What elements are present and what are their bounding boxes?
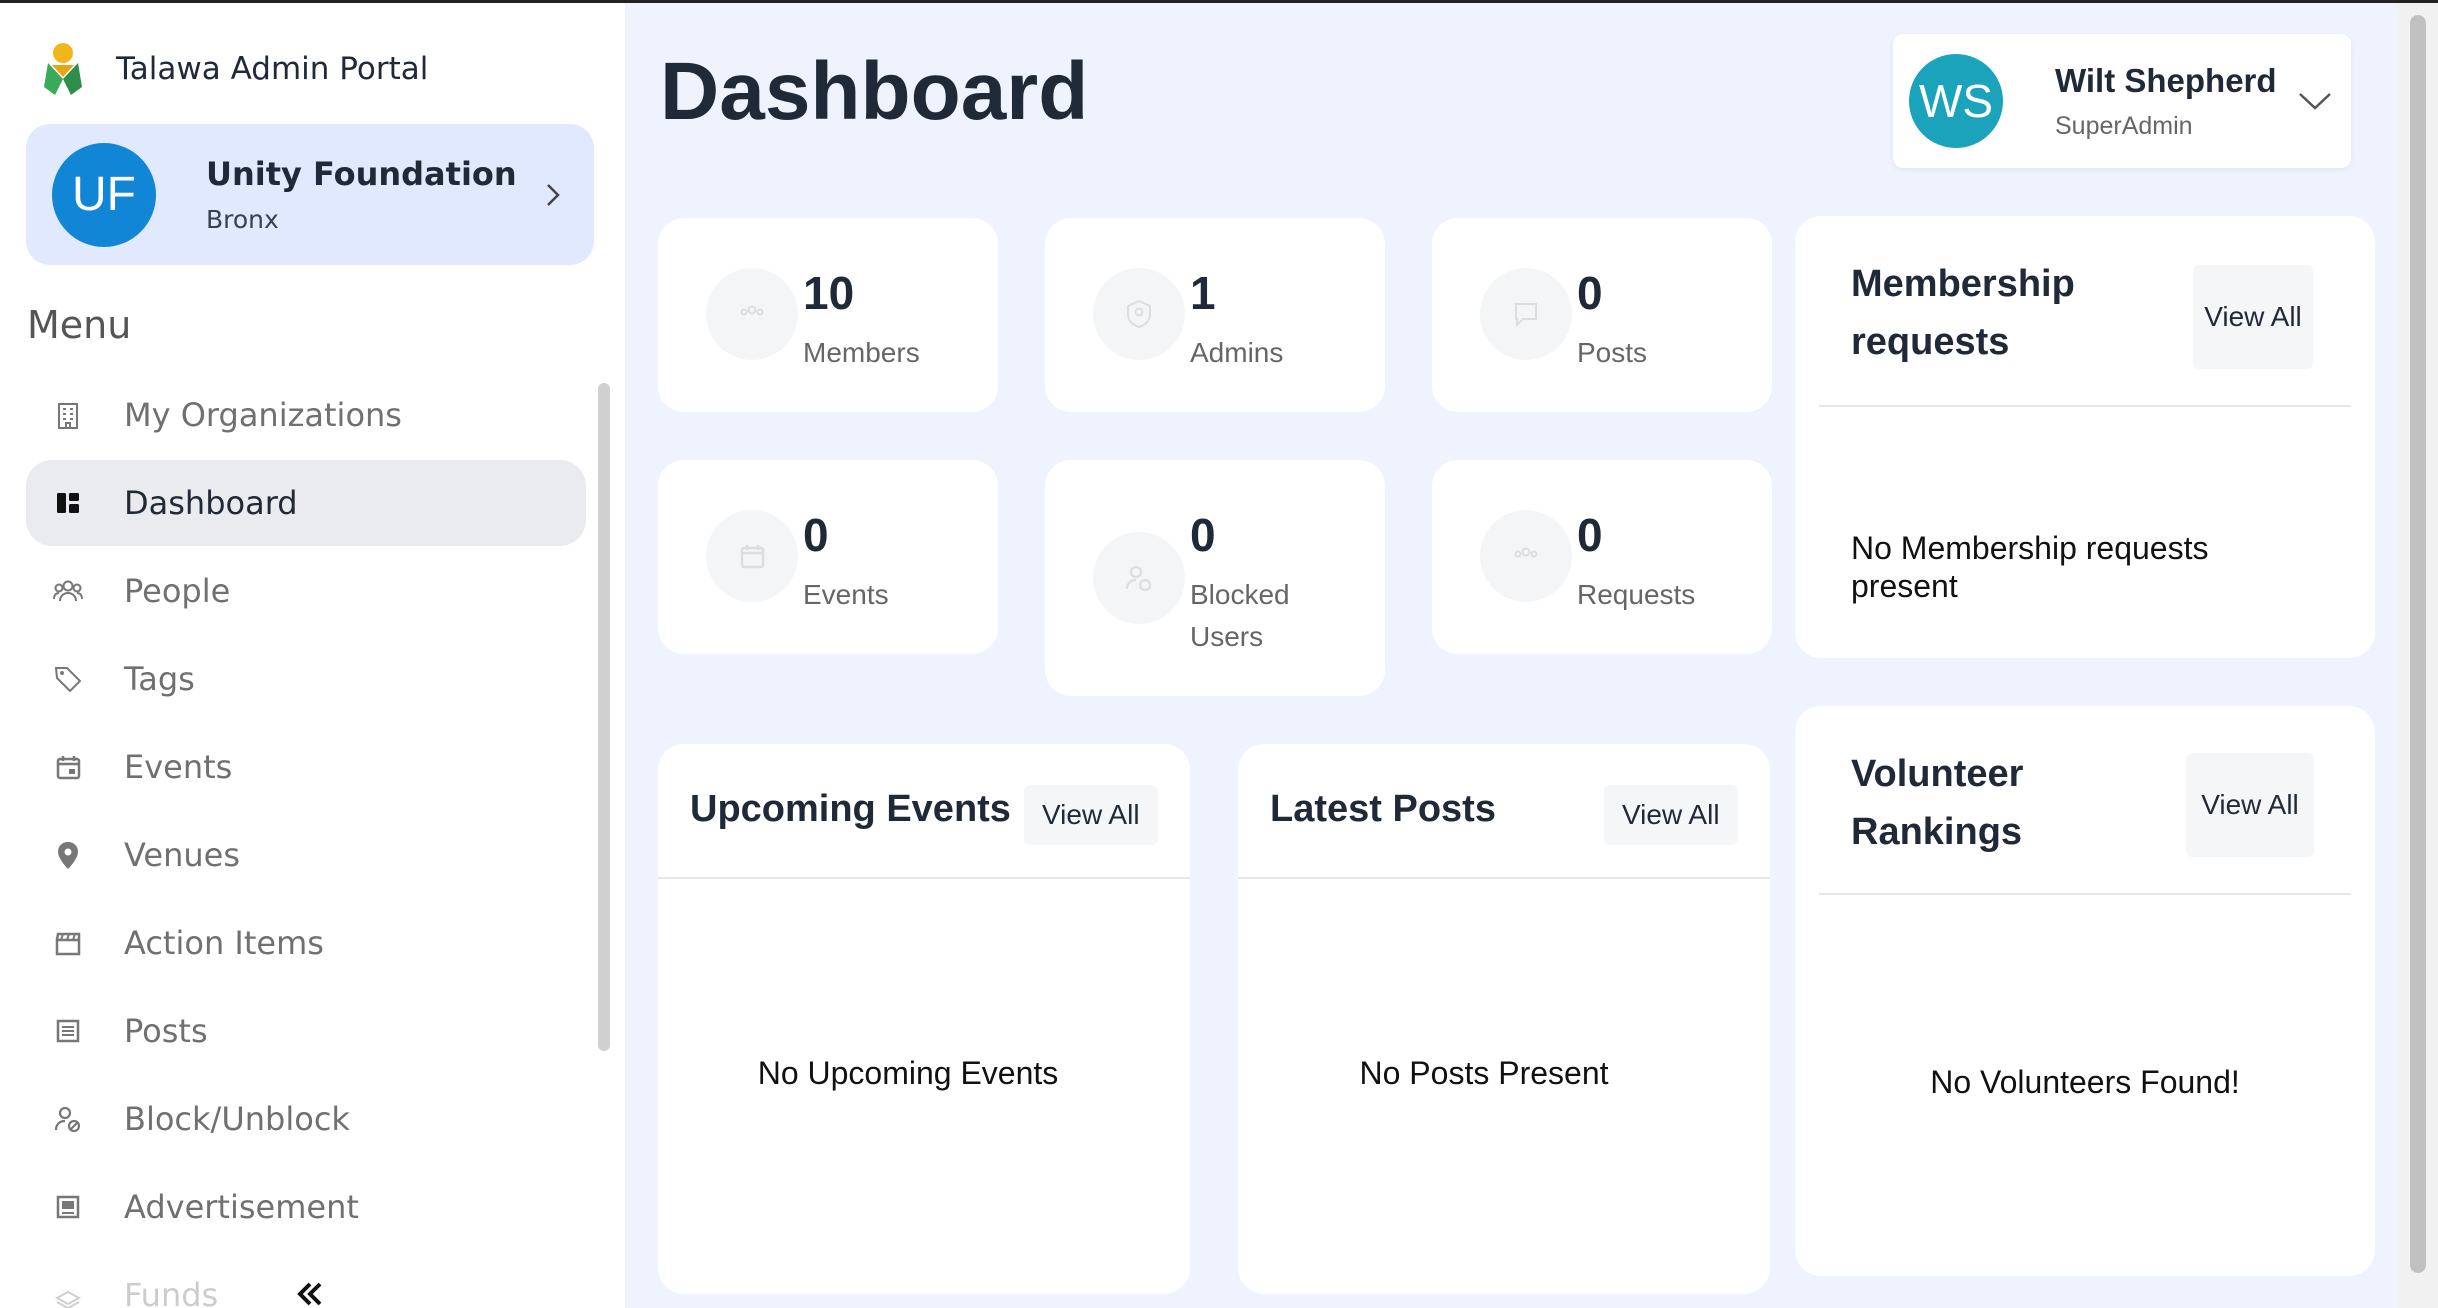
sidebar: Talawa Admin Portal UF Unity Foundation … [0, 3, 625, 1308]
stat-card-blocked-users[interactable]: 0 Blocked Users [1045, 460, 1385, 696]
location-pin-icon [50, 837, 86, 873]
user-name: Wilt Shepherd [2055, 61, 2277, 99]
user-block-icon [1093, 532, 1185, 624]
sidebar-item-label: Action Items [124, 924, 324, 962]
sidebar-item-my-organizations[interactable]: My Organizations [26, 372, 586, 458]
stat-value: 10 [803, 267, 855, 319]
user-role: SuperAdmin [2055, 111, 2193, 140]
upcoming-events-view-all-button[interactable]: View All [1024, 785, 1158, 845]
sidebar-item-label: People [124, 572, 231, 610]
post-icon [50, 1013, 86, 1049]
building-icon [50, 397, 86, 433]
stat-card-members[interactable]: 10 Members [658, 218, 998, 412]
requests-icon [1480, 510, 1572, 602]
calendar-icon [50, 749, 86, 785]
brand[interactable]: Talawa Admin Portal [38, 41, 428, 97]
menu-heading: Menu [27, 303, 132, 347]
upcoming-events-card: Upcoming Events View All No Upcoming Eve… [658, 744, 1190, 1294]
collapse-sidebar-icon[interactable] [290, 1276, 330, 1308]
membership-requests-title: Membership requests [1851, 263, 2075, 363]
sidebar-item-action-items[interactable]: Action Items [26, 900, 586, 986]
stat-card-posts[interactable]: 0 Posts [1432, 218, 1772, 412]
stat-label: Members [803, 337, 920, 368]
divider [658, 877, 1190, 879]
latest-posts-title: Latest Posts [1270, 788, 1496, 830]
main-content: Dashboard WS Wilt Shepherd SuperAdmin 10… [625, 3, 2398, 1308]
membership-requests-card: Membership requests View All No Membersh… [1795, 216, 2375, 658]
advertisement-icon [50, 1189, 86, 1225]
sidebar-item-label: Dashboard [124, 484, 298, 522]
user-block-icon [50, 1101, 86, 1137]
stat-label: Blocked Users [1190, 579, 1290, 652]
sidebar-item-dashboard[interactable]: Dashboard [26, 460, 586, 546]
membership-view-all-button[interactable]: View All [2193, 265, 2313, 369]
stat-value: 0 [803, 509, 829, 561]
volunteer-rankings-title: Volunteer Rankings [1851, 753, 2024, 853]
org-name: Unity Foundation [206, 155, 517, 193]
page-title: Dashboard [660, 46, 1089, 137]
stat-card-admins[interactable]: 1 Admins [1045, 218, 1385, 412]
latest-posts-empty-message: No Posts Present [1359, 1055, 1609, 1091]
stat-label: Admins [1190, 337, 1284, 368]
volunteer-view-all-button[interactable]: View All [2186, 753, 2314, 857]
people-icon [50, 573, 86, 609]
members-icon [706, 268, 798, 360]
sidebar-item-posts[interactable]: Posts [26, 988, 586, 1074]
organization-switcher[interactable]: UF Unity Foundation Bronx [26, 124, 594, 265]
talawa-logo-icon [44, 43, 82, 95]
user-profile-dropdown[interactable]: WS Wilt Shepherd SuperAdmin [1893, 34, 2351, 168]
membership-empty-message: No Membership requests present [1851, 530, 2209, 604]
avatar: WS [1909, 54, 2003, 148]
stat-label: Requests [1577, 579, 1696, 610]
chevron-right-icon [547, 183, 560, 206]
sidebar-item-label: Events [124, 748, 233, 786]
upcoming-events-empty-message: No Upcoming Events [757, 1055, 1059, 1091]
divider [1819, 405, 2351, 407]
latest-posts-card: Latest Posts View All No Posts Present [1238, 744, 1770, 1294]
divider [1819, 893, 2351, 895]
dashboard-icon [50, 485, 86, 521]
stat-value: 1 [1190, 267, 1216, 319]
upcoming-events-title: Upcoming Events [690, 788, 1011, 830]
sidebar-item-events[interactable]: Events [26, 724, 586, 810]
sidebar-item-label: Advertisement [124, 1188, 359, 1226]
stat-label: Posts [1577, 337, 1648, 368]
sidebar-item-label: Block/Unblock [124, 1100, 350, 1138]
org-avatar: UF [52, 142, 156, 247]
volunteer-rankings-card: Volunteer Rankings View All No Volunteer… [1795, 706, 2375, 1276]
sidebar-item-label: Tags [124, 660, 195, 698]
volunteers-empty-message: No Volunteers Found! [1930, 1064, 2240, 1100]
sidebar-item-advertisement[interactable]: Advertisement [26, 1164, 586, 1250]
sidebar-item-people[interactable]: People [26, 548, 586, 634]
page-scrollbar[interactable] [2398, 3, 2438, 1308]
chat-bubble-icon [1480, 268, 1572, 360]
tag-icon [50, 661, 86, 697]
chevron-down-icon [2299, 93, 2331, 110]
sidebar-item-tags[interactable]: Tags [26, 636, 586, 722]
app-title: Talawa Admin Portal [116, 51, 429, 87]
calendar-icon [706, 510, 798, 602]
window-top-border [0, 0, 2438, 3]
stat-card-requests[interactable]: 0 Requests [1432, 460, 1772, 654]
sidebar-item-venues[interactable]: Venues [26, 812, 586, 898]
stat-value: 0 [1577, 267, 1603, 319]
stat-card-events[interactable]: 0 Events [658, 460, 998, 654]
clapperboard-icon [50, 925, 86, 961]
sidebar-item-label: Venues [124, 836, 241, 874]
sidebar-item-label: Funds [124, 1276, 219, 1308]
stat-value: 0 [1190, 509, 1216, 561]
sidebar-scrollbar[interactable] [598, 383, 610, 1051]
sidebar-item-label: Posts [124, 1012, 208, 1050]
stat-label: Events [803, 579, 889, 610]
page-scrollbar-thumb[interactable] [2410, 15, 2426, 1273]
divider [1238, 877, 1770, 879]
sidebar-item-block-unblock[interactable]: Block/Unblock [26, 1076, 586, 1162]
sidebar-item-label: My Organizations [124, 396, 402, 434]
latest-posts-view-all-button[interactable]: View All [1604, 785, 1738, 845]
funds-icon [50, 1277, 86, 1308]
sidebar-menu: My Organizations Dashboard People Tags E… [26, 372, 586, 1308]
stat-value: 0 [1577, 509, 1603, 561]
org-location: Bronx [206, 205, 279, 234]
admin-shield-icon [1093, 268, 1185, 360]
